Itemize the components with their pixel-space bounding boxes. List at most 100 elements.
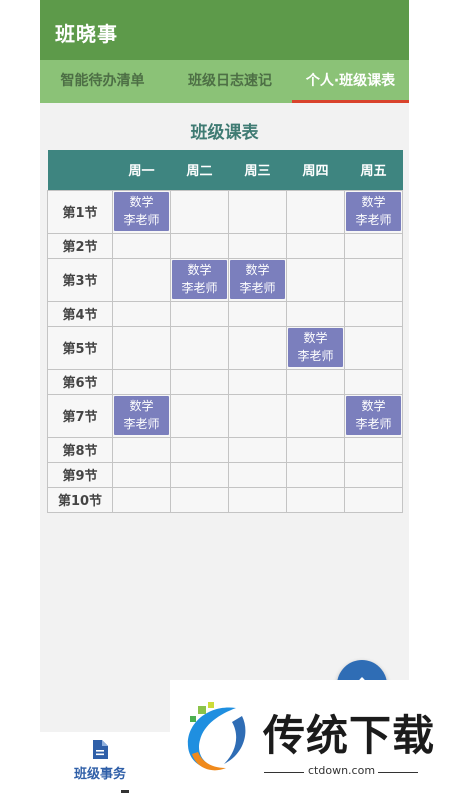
timetable-cell[interactable] (286, 436, 345, 463)
timetable-cell[interactable] (112, 232, 171, 259)
timetable-cell[interactable] (112, 461, 171, 488)
timetable-cell[interactable] (228, 436, 287, 463)
course-block[interactable]: 数学 李老师 (114, 192, 169, 231)
home-indicator (121, 790, 129, 793)
timetable-cell[interactable] (228, 461, 287, 488)
timetable-cell[interactable] (170, 486, 229, 513)
timetable-cell[interactable]: 数学 李老师 (228, 257, 287, 302)
period-label: 第7节 (47, 393, 113, 438)
course-teacher: 李老师 (239, 281, 276, 295)
course-block[interactable]: 数学 李老师 (114, 396, 169, 435)
timetable-cell[interactable]: 数学 李老师 (112, 189, 171, 234)
timetable-row: 第8节 (47, 436, 403, 463)
period-label: 第2节 (47, 232, 113, 259)
timetable-grid: 周一 周二 周三 周四 周五 第1节 数学 李老师 数学 李老师 第2节 第3节 数学 李老师数… (47, 150, 403, 513)
timetable-cell[interactable] (170, 189, 229, 234)
document-icon (93, 740, 108, 759)
period-label: 第10节 (47, 486, 113, 513)
timetable-cell[interactable] (228, 486, 287, 513)
timetable-cell[interactable] (228, 393, 287, 438)
timetable-cell[interactable] (170, 368, 229, 395)
timetable-cell[interactable] (228, 325, 287, 370)
timetable-cell[interactable] (112, 257, 171, 302)
timetable-cell[interactable] (112, 325, 171, 370)
course-teacher: 李老师 (297, 349, 334, 363)
timetable-cell[interactable] (344, 232, 403, 259)
course-teacher: 李老师 (355, 213, 392, 227)
period-label: 第6节 (47, 368, 113, 395)
timetable-cell[interactable] (286, 232, 345, 259)
period-label: 第4节 (47, 300, 113, 327)
timetable-cell[interactable] (286, 461, 345, 488)
period-label: 第5节 (47, 325, 113, 370)
timetable-cell[interactable]: 数学 李老师 (344, 393, 403, 438)
tab-timetable[interactable]: 个人·班级课表 (292, 60, 409, 103)
timetable-cell[interactable] (286, 393, 345, 438)
timetable-cell[interactable]: 数学 李老师 (112, 393, 171, 438)
watermark-brand: 传统下载 (263, 711, 436, 760)
course-block[interactable]: 数学 李老师 (230, 260, 285, 299)
timetable-title: 班级课表 (190, 123, 259, 143)
day-header: 周二 (186, 164, 213, 180)
timetable-cell[interactable] (286, 257, 345, 302)
timetable-cell[interactable] (344, 436, 403, 463)
timetable-row: 第6节 (47, 368, 403, 395)
timetable-row: 第7节 数学 李老师 数学 李老师 (47, 393, 403, 438)
day-header: 周五 (360, 164, 387, 180)
timetable-cell[interactable] (170, 325, 229, 370)
timetable-cell[interactable] (286, 189, 345, 234)
course-subject: 数学 (245, 263, 270, 277)
timetable-cell[interactable] (344, 368, 403, 395)
timetable-cell[interactable] (170, 461, 229, 488)
timetable-cell[interactable] (344, 257, 403, 302)
timetable-cell[interactable] (170, 232, 229, 259)
course-block[interactable]: 数学 李老师 (346, 192, 401, 231)
header-corner (48, 150, 113, 190)
course-teacher: 李老师 (123, 213, 160, 227)
timetable-cell[interactable] (228, 189, 287, 234)
timetable-cell[interactable] (228, 368, 287, 395)
timetable-cell[interactable]: 数学 李老师 (170, 257, 229, 302)
timetable-cell[interactable] (112, 300, 171, 327)
course-block[interactable]: 数学 李老师 (288, 328, 343, 367)
course-teacher: 李老师 (355, 417, 392, 431)
timetable-cell[interactable]: 数学 李老师 (344, 189, 403, 234)
timetable-cell[interactable] (112, 486, 171, 513)
course-subject: 数学 (361, 195, 386, 209)
period-label: 第3节 (47, 257, 113, 302)
timetable-cell[interactable] (170, 300, 229, 327)
timetable-cell[interactable] (112, 368, 171, 395)
timetable-cell[interactable] (112, 436, 171, 463)
day-header: 周四 (302, 164, 329, 180)
course-block[interactable]: 数学 李老师 (346, 396, 401, 435)
app-title: 班晓事 (55, 22, 118, 46)
watermark-logo-icon (187, 702, 246, 771)
course-block[interactable]: 数学 李老师 (172, 260, 227, 299)
nav-item-class-affairs[interactable]: 班级事务 (65, 740, 135, 782)
timetable-row: 第3节 数学 李老师 数学 李老师 (47, 257, 403, 302)
timetable-cell[interactable] (286, 486, 345, 513)
timetable-cell[interactable] (170, 436, 229, 463)
timetable-cell[interactable] (170, 393, 229, 438)
tab-todo-list[interactable]: 智能待办清单 (40, 60, 165, 103)
course-subject: 数学 (361, 399, 386, 413)
watermark-rule (264, 772, 304, 773)
timetable-cell[interactable]: 数学 李老师 (286, 325, 345, 370)
timetable-cell[interactable] (228, 232, 287, 259)
tab-class-log[interactable]: 班级日志速记 (168, 60, 292, 103)
timetable-cell[interactable] (344, 486, 403, 513)
timetable-row: 第9节 (47, 461, 403, 488)
timetable-cell[interactable] (344, 325, 403, 370)
timetable-cell[interactable] (344, 461, 403, 488)
timetable-cell[interactable] (228, 300, 287, 327)
watermark: 传统下载 ctdown.com (170, 680, 435, 800)
period-label: 第8节 (47, 436, 113, 463)
course-subject: 数学 (187, 263, 212, 277)
course-subject: 数学 (303, 331, 328, 345)
timetable-row: 第2节 (47, 232, 403, 259)
timetable-row: 第5节 数学李老师 (47, 325, 403, 370)
timetable-header-row: 周一 周二 周三 周四 周五 (47, 150, 403, 190)
timetable-cell[interactable] (286, 368, 345, 395)
timetable-cell[interactable] (344, 300, 403, 327)
timetable-cell[interactable] (286, 300, 345, 327)
